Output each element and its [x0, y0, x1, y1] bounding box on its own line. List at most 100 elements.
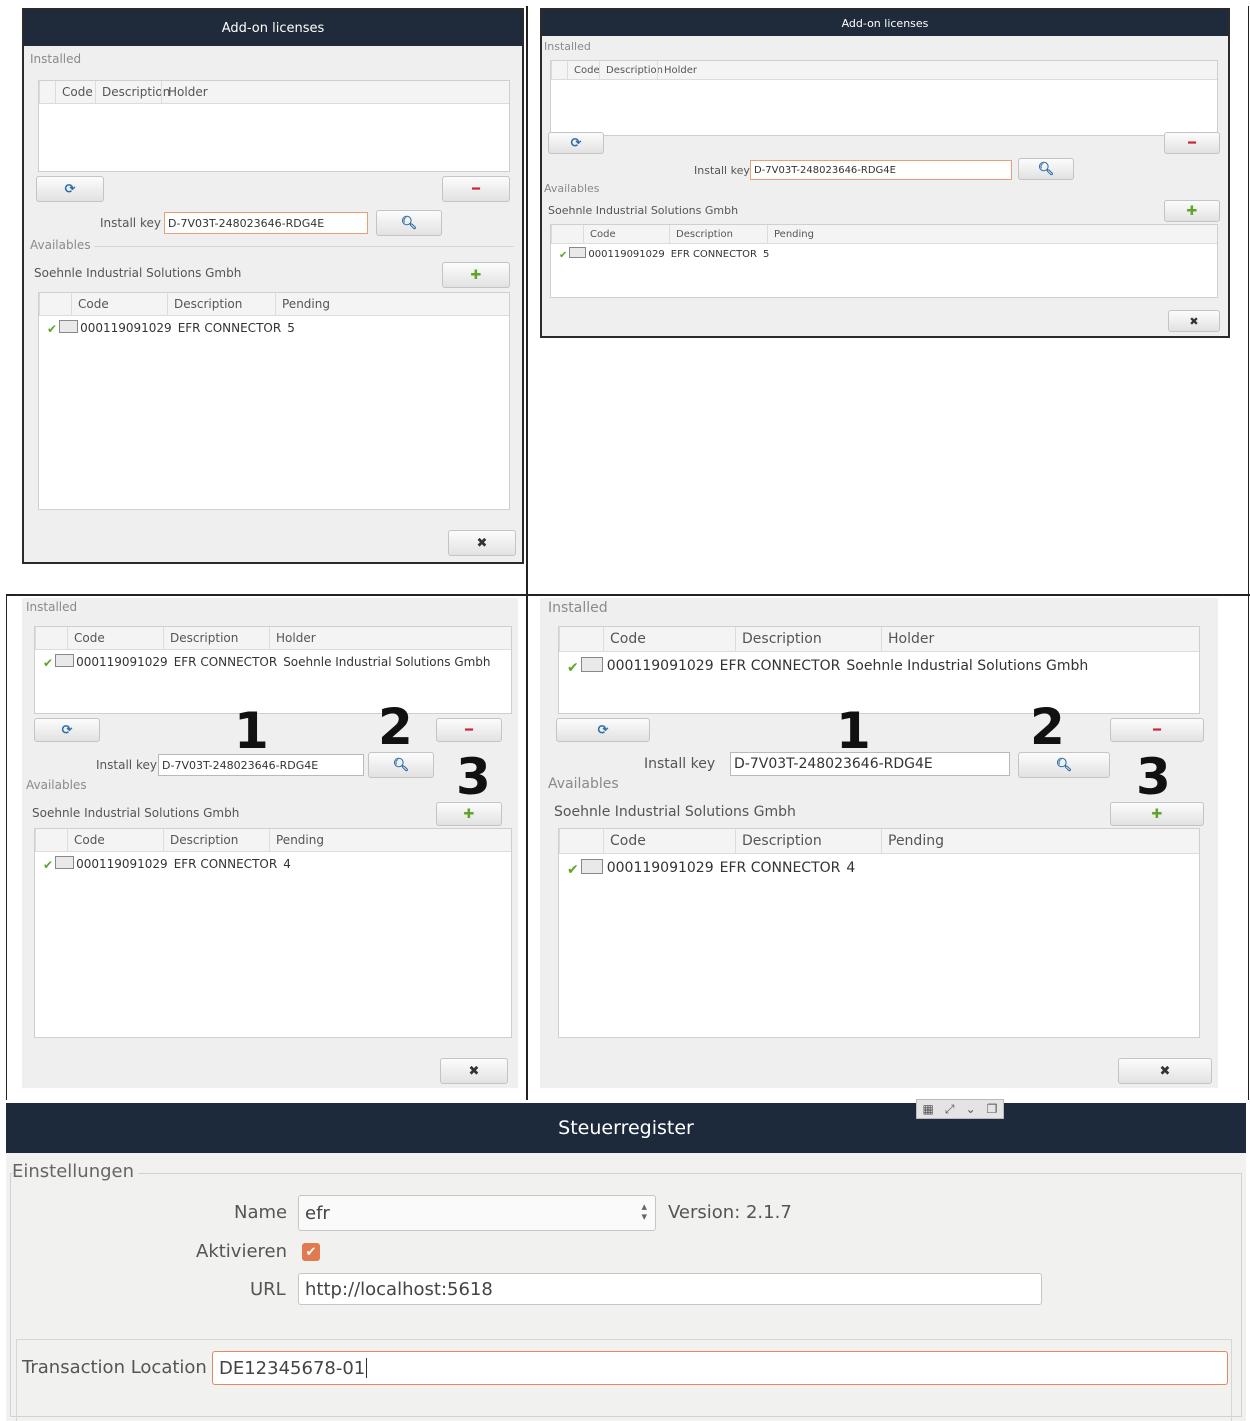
- plus-icon: ✚: [1151, 806, 1163, 822]
- add-button[interactable]: ✚: [1110, 802, 1204, 826]
- availables-label: Availables: [30, 238, 91, 252]
- annotation-1: 1: [836, 702, 871, 760]
- name-label: Name: [234, 1202, 288, 1223]
- table-row[interactable]: ✔ 000119091029 EFR CONNECTOR 5: [39, 316, 509, 340]
- col-pending[interactable]: Pending: [767, 225, 827, 243]
- grid-icon[interactable]: ▦: [923, 1102, 934, 1116]
- row-code: 000119091029: [76, 857, 168, 871]
- text-cursor: [366, 1358, 368, 1378]
- window-controls: ▦ ⤢ ⌄ ❐: [916, 1099, 1004, 1119]
- divider: [94, 246, 514, 247]
- add-button[interactable]: ✚: [436, 802, 502, 826]
- col-holder[interactable]: Holder: [161, 81, 221, 103]
- col-holder[interactable]: Holder: [657, 61, 707, 79]
- transaction-location-input[interactable]: DE12345678-01: [212, 1351, 1228, 1385]
- col-code[interactable]: Code: [67, 829, 163, 851]
- available-table: Code Description Pending ✔ 000119091029 …: [558, 828, 1200, 1038]
- col-holder[interactable]: Holder: [881, 627, 1181, 651]
- vendor-label: Soehnle Industrial Solutions Gmbh: [34, 266, 242, 280]
- table-row[interactable]: ✔ 000119091029 EFR CONNECTOR 4: [559, 854, 1199, 882]
- col-code[interactable]: Code: [71, 293, 167, 315]
- add-button[interactable]: ✚: [442, 262, 510, 288]
- refresh-button[interactable]: ⟳: [36, 176, 104, 202]
- remove-button[interactable]: ━: [442, 176, 510, 202]
- col-description[interactable]: Description: [735, 829, 881, 853]
- col-code[interactable]: Code: [603, 627, 735, 651]
- remove-button[interactable]: ━: [1164, 132, 1220, 154]
- minus-icon: ━: [1153, 722, 1161, 738]
- vendor-label: Soehnle Industrial Solutions Gmbh: [554, 804, 796, 820]
- install-key-input[interactable]: D-7V03T-248023646-RDG4E: [750, 160, 1012, 180]
- aktivieren-label: Aktivieren: [196, 1241, 288, 1262]
- refresh-button[interactable]: ⟳: [556, 718, 650, 742]
- close-button[interactable]: ✖: [1168, 310, 1220, 332]
- close-button[interactable]: ✖: [1118, 1058, 1212, 1084]
- annotation-2: 2: [378, 698, 413, 756]
- minus-icon: ━: [465, 722, 473, 738]
- row-description: EFR CONNECTOR: [670, 248, 757, 260]
- url-input[interactable]: http://localhost:5618: [298, 1273, 1042, 1305]
- col-code[interactable]: Code: [603, 829, 735, 853]
- col-code[interactable]: Code: [67, 627, 163, 649]
- col-description[interactable]: Description: [735, 627, 881, 651]
- name-select[interactable]: efr ▴ ▾: [298, 1195, 656, 1231]
- plus-icon: ✚: [463, 806, 475, 822]
- search-button[interactable]: 🔍︎: [376, 210, 442, 236]
- refresh-button[interactable]: ⟳: [34, 718, 100, 742]
- col-code[interactable]: Code: [583, 225, 669, 243]
- document-icon: [55, 856, 75, 869]
- close-button[interactable]: ✖: [440, 1058, 508, 1084]
- row-pending: 5: [763, 248, 770, 260]
- window-icon[interactable]: ❐: [987, 1102, 998, 1116]
- check-icon: ✔: [559, 250, 568, 261]
- installed-table: Code Description Holder: [38, 80, 510, 172]
- availables-label: Availables: [26, 778, 87, 792]
- col-description[interactable]: Description: [167, 293, 275, 315]
- search-button[interactable]: 🔍︎: [1018, 752, 1110, 778]
- col-description[interactable]: Description: [163, 829, 269, 851]
- table-row[interactable]: ✔ 000119091029 EFR CONNECTOR Soehnle Ind…: [35, 650, 511, 674]
- row-code: 000119091029: [80, 321, 172, 335]
- table-row[interactable]: ✔ 000119091029 EFR CONNECTOR 5: [551, 244, 1217, 264]
- table-row[interactable]: ✔ 000119091029 EFR CONNECTOR Soehnle Ind…: [559, 652, 1199, 680]
- col-holder[interactable]: Holder: [269, 627, 469, 649]
- plus-icon: ✚: [470, 267, 482, 283]
- install-key-input[interactable]: D-7V03T-248023646-RDG4E: [158, 754, 364, 776]
- table-row[interactable]: ✔ 000119091029 EFR CONNECTOR 4: [35, 852, 511, 876]
- aktivieren-checkbox[interactable]: ✔: [302, 1243, 320, 1261]
- col-pending[interactable]: Pending: [275, 293, 335, 315]
- search-button[interactable]: 🔍︎: [1018, 158, 1074, 180]
- add-button[interactable]: ✚: [1164, 200, 1220, 222]
- document-icon: [55, 654, 75, 667]
- check-icon: ✔: [43, 858, 54, 872]
- remove-button[interactable]: ━: [436, 718, 502, 742]
- col-description[interactable]: Description: [163, 627, 269, 649]
- search-button[interactable]: 🔍︎: [368, 752, 434, 778]
- document-icon: [59, 320, 79, 333]
- col-pending[interactable]: Pending: [269, 829, 339, 851]
- grid-divider-horizontal: [6, 594, 1250, 596]
- install-key-label: Install key: [100, 216, 161, 230]
- remove-button[interactable]: ━: [1110, 718, 1204, 742]
- grid-divider-vertical: [526, 6, 528, 1100]
- refresh-button[interactable]: ⟳: [548, 132, 604, 154]
- col-code[interactable]: Code: [567, 61, 600, 79]
- document-icon: [580, 858, 603, 874]
- vendor-label: Soehnle Industrial Solutions Gmbh: [548, 204, 739, 217]
- check-icon: ✔: [47, 322, 58, 336]
- col-description[interactable]: Description: [599, 61, 663, 79]
- search-icon: 🔍︎: [1037, 161, 1055, 177]
- col-pending[interactable]: Pending: [881, 829, 981, 853]
- col-description[interactable]: Description: [669, 225, 767, 243]
- close-button[interactable]: ✖: [448, 530, 516, 556]
- expand-icon[interactable]: ⤢: [945, 1102, 955, 1117]
- install-key-input[interactable]: D-7V03T-248023646-RDG4E: [164, 212, 368, 234]
- col-code[interactable]: Code: [55, 81, 95, 103]
- row-holder: Soehnle Industrial Solutions Gmbh: [846, 658, 1089, 674]
- chevron-down-icon[interactable]: ⌄: [966, 1102, 976, 1116]
- steuerregister-panel: Steuerregister ▦ ⤢ ⌄ ❐ Einstellungen Name e…: [6, 1099, 1246, 1421]
- install-key-input[interactable]: D-7V03T-248023646-RDG4E: [730, 752, 1010, 776]
- col-description[interactable]: Description: [95, 81, 170, 103]
- refresh-icon: ⟳: [570, 135, 582, 151]
- refresh-icon: ⟳: [61, 722, 73, 738]
